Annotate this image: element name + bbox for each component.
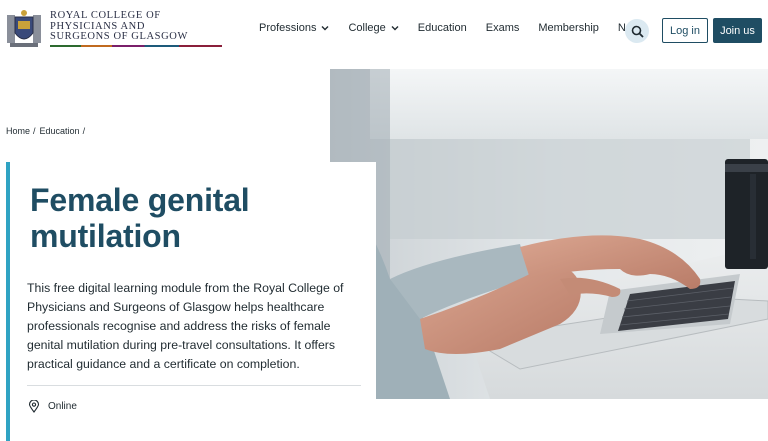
main-nav: Professions College Education Exams Memb… bbox=[259, 22, 664, 34]
location-pin-icon bbox=[28, 400, 40, 413]
search-icon bbox=[631, 25, 644, 38]
breadcrumb-separator: / bbox=[82, 126, 86, 136]
location-label: Online bbox=[48, 401, 77, 412]
login-button[interactable]: Log in bbox=[662, 18, 708, 43]
location-meta: Online bbox=[28, 400, 77, 413]
crest-icon bbox=[7, 10, 41, 47]
logo-colour-bar bbox=[50, 44, 222, 47]
chevron-down-icon bbox=[391, 26, 399, 31]
breadcrumb: Home / Education / bbox=[6, 126, 89, 136]
nav-item-label: Professions bbox=[259, 22, 317, 34]
join-button[interactable]: Join us bbox=[713, 18, 762, 43]
content-card: Female genital mutilation This free digi… bbox=[6, 162, 376, 441]
breadcrumb-home[interactable]: Home bbox=[6, 126, 30, 136]
nav-item-label: Education bbox=[417, 22, 467, 34]
nav-item-label: Membership bbox=[538, 22, 599, 34]
nav-item-label: Exams bbox=[485, 22, 520, 34]
page-description: This free digital learning module from t… bbox=[27, 281, 344, 371]
logo-line-3: SURGEONS OF GLASGOW bbox=[50, 31, 188, 43]
logo-text: ROYAL COLLEGE OF PHYSICIANS AND SURGEONS… bbox=[50, 11, 222, 47]
nav-item-education[interactable]: Education bbox=[418, 22, 467, 34]
laptop-typing-photo bbox=[330, 69, 768, 399]
nav-item-label: College bbox=[348, 22, 386, 34]
site-logo[interactable]: ROYAL COLLEGE OF PHYSICIANS AND SURGEONS… bbox=[6, 9, 222, 49]
breadcrumb-separator: / bbox=[33, 126, 36, 136]
hero-image bbox=[330, 69, 768, 399]
breadcrumb-education[interactable]: Education bbox=[40, 126, 80, 136]
nav-item-professions[interactable]: Professions bbox=[259, 22, 329, 34]
site-header: ROYAL COLLEGE OF PHYSICIANS AND SURGEONS… bbox=[0, 0, 768, 62]
nav-item-exams[interactable]: Exams bbox=[486, 22, 520, 34]
search-button[interactable] bbox=[625, 19, 649, 43]
chevron-down-icon bbox=[321, 26, 329, 31]
nav-item-membership[interactable]: Membership bbox=[538, 22, 599, 34]
divider bbox=[27, 385, 361, 386]
nav-item-college[interactable]: College bbox=[348, 22, 399, 34]
page-title: Female genital mutilation bbox=[30, 182, 250, 254]
